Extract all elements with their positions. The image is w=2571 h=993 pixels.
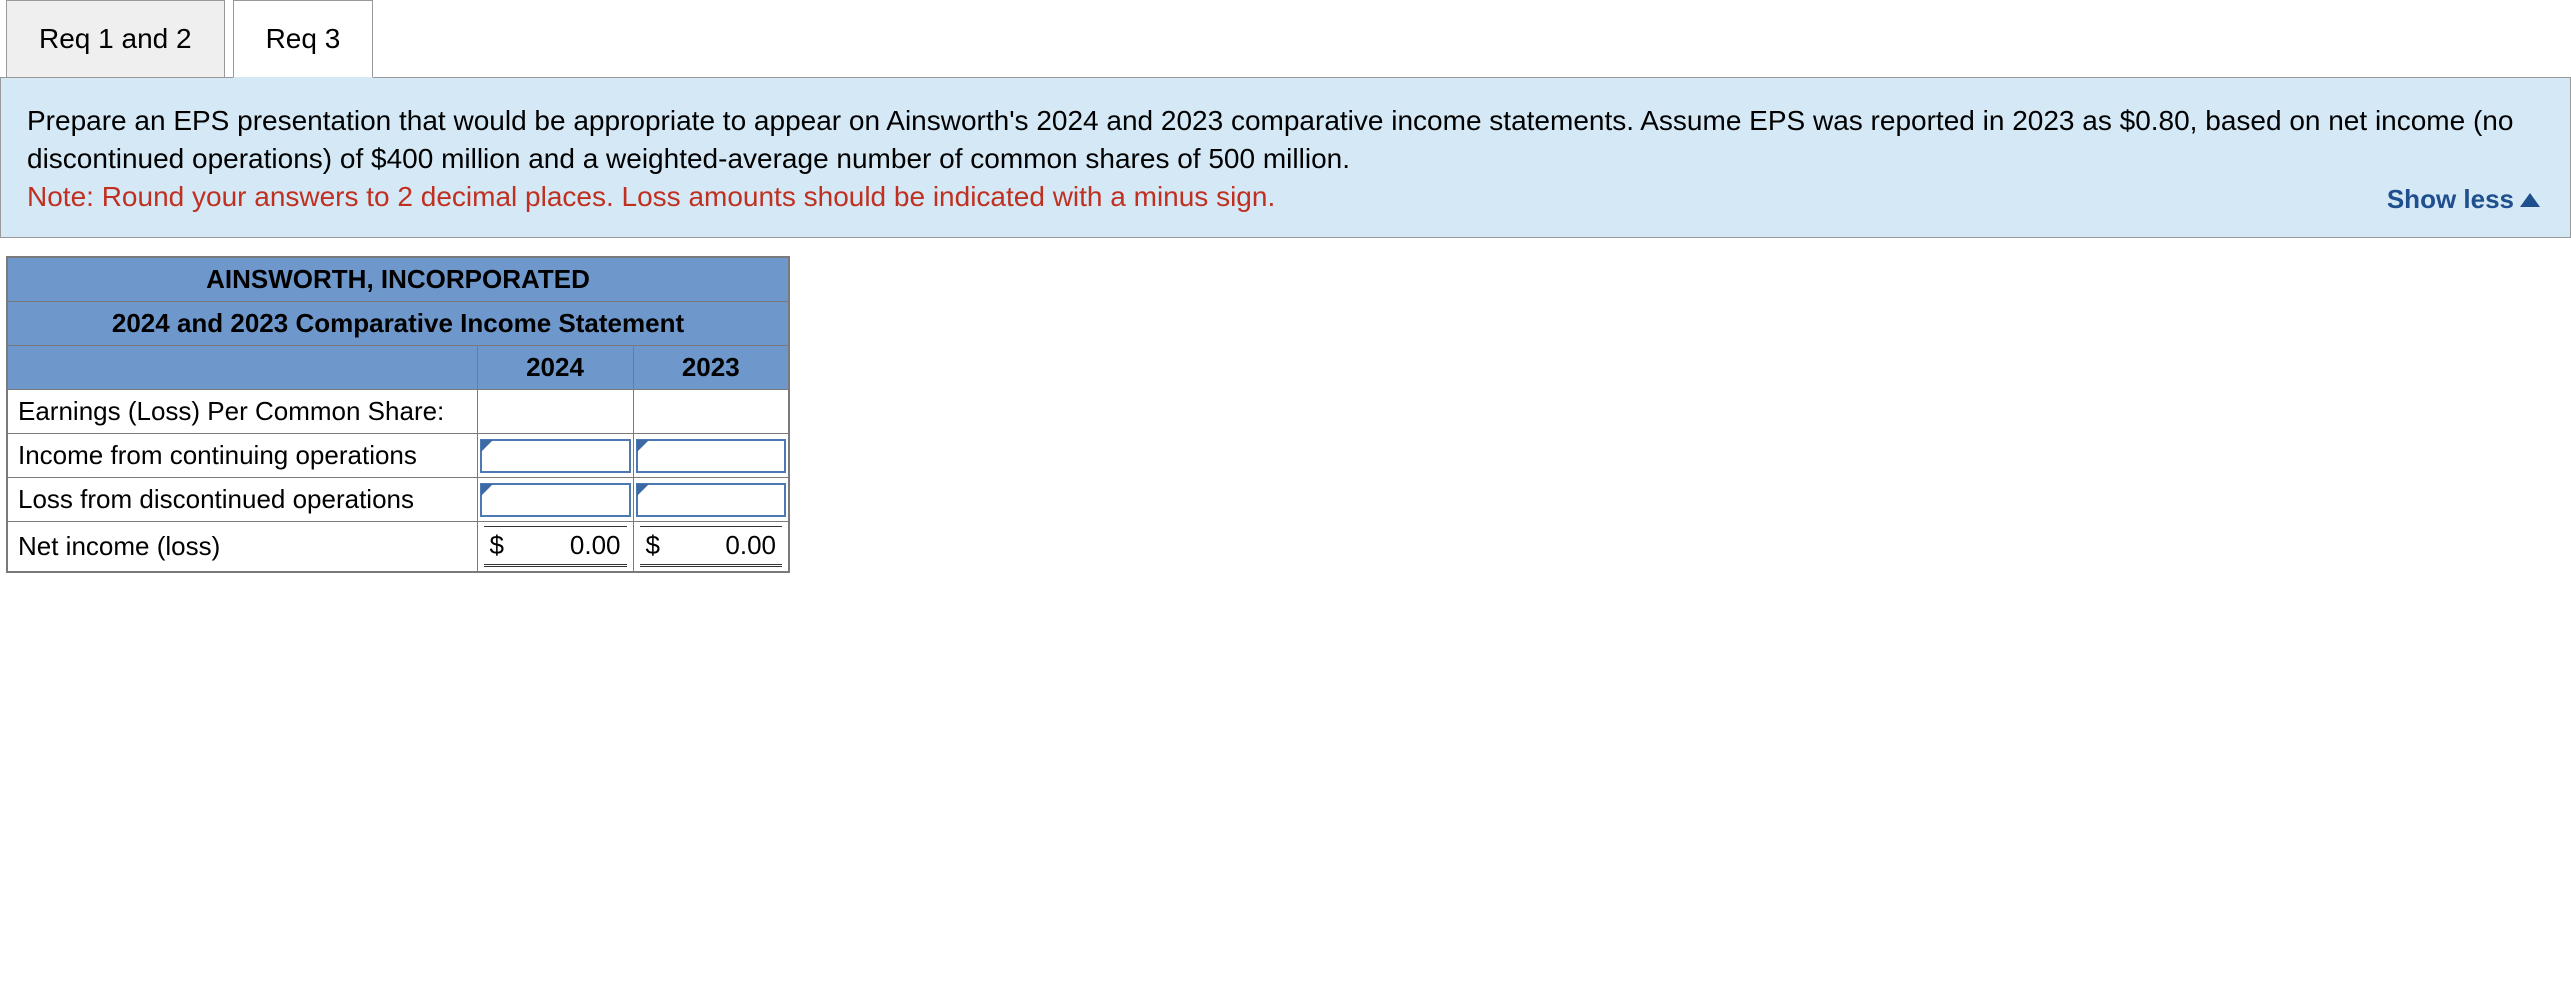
input-cell-discontinued-2024[interactable]: [477, 478, 633, 522]
tab-bar: Req 1 and 2 Req 3: [0, 0, 2571, 78]
show-less-label: Show less: [2387, 182, 2514, 217]
instruction-text: Prepare an EPS presentation that would b…: [27, 105, 2513, 174]
total-cell-2023: $ 0.00: [633, 522, 789, 573]
table-company-header: AINSWORTH, INCORPORATED: [7, 257, 789, 302]
instruction-panel: Prepare an EPS presentation that would b…: [0, 77, 2571, 238]
input-cell-discontinued-2023[interactable]: [633, 478, 789, 522]
worksheet-area: AINSWORTH, INCORPORATED 2024 and 2023 Co…: [6, 256, 2571, 573]
dropdown-marker-icon: [481, 484, 493, 496]
dropdown-marker-icon: [481, 440, 493, 452]
row-income-continuing: Income from continuing operations: [7, 434, 477, 478]
input-cell-continuing-2024[interactable]: [477, 434, 633, 478]
input-cell-continuing-2023[interactable]: [633, 434, 789, 478]
cell-empty: [477, 390, 633, 434]
row-net-income: Net income (loss): [7, 522, 477, 573]
table-row: Net income (loss) $ 0.00 $ 0.00: [7, 522, 789, 573]
table-row: Loss from discontinued operations: [7, 478, 789, 522]
dropdown-marker-icon: [637, 440, 649, 452]
currency-symbol: $: [646, 530, 660, 561]
row-eps-header: Earnings (Loss) Per Common Share:: [7, 390, 477, 434]
tab-req-1-and-2[interactable]: Req 1 and 2: [6, 0, 225, 78]
table-row: Income from continuing operations: [7, 434, 789, 478]
table-blank-header: [7, 346, 477, 390]
page-container: Req 1 and 2 Req 3 Prepare an EPS present…: [0, 0, 2571, 573]
currency-symbol: $: [490, 530, 504, 561]
table-statement-title: 2024 and 2023 Comparative Income Stateme…: [7, 302, 789, 346]
cell-empty: [633, 390, 789, 434]
net-income-2023-value: 0.00: [725, 530, 776, 561]
table-year-2024: 2024: [477, 346, 633, 390]
tab-req-3[interactable]: Req 3: [233, 0, 374, 78]
income-statement-table: AINSWORTH, INCORPORATED 2024 and 2023 Co…: [6, 256, 790, 573]
dropdown-marker-icon: [637, 484, 649, 496]
net-income-2024-value: 0.00: [570, 530, 621, 561]
total-cell-2024: $ 0.00: [477, 522, 633, 573]
instruction-note: Note: Round your answers to 2 decimal pl…: [27, 181, 1275, 212]
table-year-2023: 2023: [633, 346, 789, 390]
chevron-up-icon: [2520, 193, 2540, 207]
row-loss-discontinued: Loss from discontinued operations: [7, 478, 477, 522]
show-less-toggle[interactable]: Show less: [2387, 182, 2540, 217]
table-row: Earnings (Loss) Per Common Share:: [7, 390, 789, 434]
